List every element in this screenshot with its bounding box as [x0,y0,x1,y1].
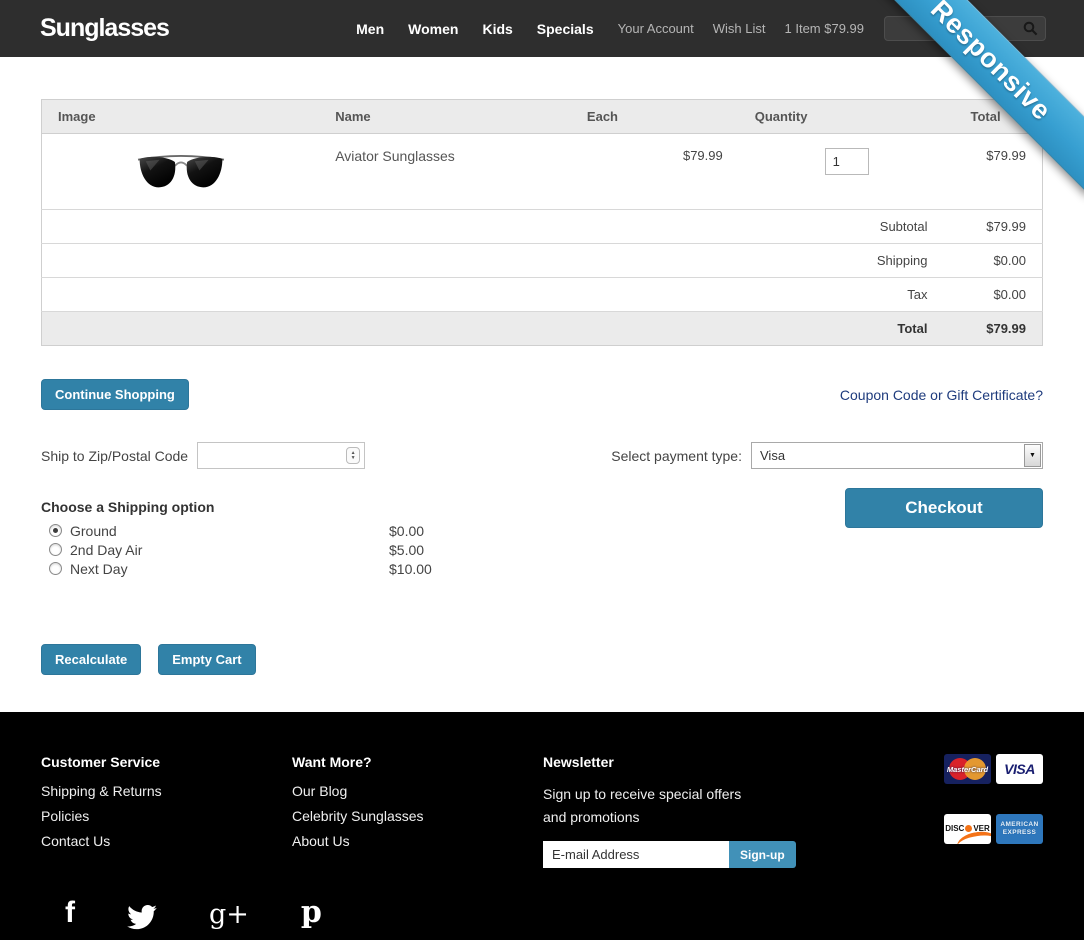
cart-actions-row: Continue Shopping Coupon Code or Gift Ce… [41,379,1043,410]
shipping-radio-ground[interactable] [49,524,62,537]
email-input[interactable] [543,841,729,868]
shipping-option-ground: Ground $0.00 [41,521,461,540]
tax-label: Tax [42,278,955,312]
site-logo[interactable]: Sunglasses [40,14,169,43]
recalculate-button[interactable]: Recalculate [41,644,141,675]
shipping-option-2nd-day-air: 2nd Day Air $5.00 [41,540,461,559]
search-icon [1023,21,1038,36]
total-value: $79.99 [954,312,1042,346]
pinterest-icon[interactable]: p [301,898,322,930]
col-header-quantity: Quantity [739,100,955,134]
cart-item-row: Aviator Sunglasses $79.99 $79.99 [42,134,1043,210]
checkout-button[interactable]: Checkout [845,488,1043,528]
cart-bottom-buttons: Recalculate Empty Cart [41,644,1043,675]
tax-row: Tax $0.00 [42,278,1043,312]
zip-label: Ship to Zip/Postal Code [41,448,188,464]
subtotal-label: Subtotal [42,210,955,244]
payment-group: Select payment type: Visa ▼ [611,442,1043,469]
coupon-gift-certificate-link[interactable]: Coupon Code or Gift Certificate? [840,387,1043,403]
aviator-sunglasses-image [135,150,227,194]
shipping-option-label: Next Day [70,561,128,577]
nav-wish-list[interactable]: Wish List [713,21,766,36]
shipping-option-label: Ground [70,523,117,539]
shipping-options-block: Choose a Shipping option Ground $0.00 2n… [41,499,461,578]
cart-header-row: Image Name Each Quantity Total [42,100,1043,134]
nav-women[interactable]: Women [408,21,458,37]
product-image[interactable] [58,148,303,194]
cart-table: Image Name Each Quantity Total [41,99,1043,346]
shipping-option-label: 2nd Day Air [70,542,142,558]
total-label: Total [42,312,955,346]
zip-stepper[interactable]: ▲▼ [346,447,360,464]
nav-men[interactable]: Men [356,21,384,37]
col-header-image: Image [42,100,320,134]
visa-icon: VISA [996,754,1043,784]
col-header-each: Each [571,100,739,134]
google-plus-icon[interactable]: g+ [209,898,249,930]
shipping-radio-next-day[interactable] [49,562,62,575]
shipping-value: $0.00 [954,244,1042,278]
empty-cart-button[interactable]: Empty Cart [158,644,255,675]
footer-want-more: Want More? Our Blog Celebrity Sunglasses… [292,754,543,868]
continue-shopping-button[interactable]: Continue Shopping [41,379,189,410]
shipping-option-price: $5.00 [389,542,461,558]
zip-group: Ship to Zip/Postal Code ▲▼ [41,442,365,469]
footer-link-our-blog[interactable]: Our Blog [292,783,543,799]
nav-your-account[interactable]: Your Account [618,21,694,36]
footer-link-celebrity-sunglasses[interactable]: Celebrity Sunglasses [292,808,543,824]
footer-link-about-us[interactable]: About Us [292,833,543,849]
payment-type-label: Select payment type: [611,448,742,464]
mastercard-icon: MasterCard [944,754,991,784]
subtotal-row: Subtotal $79.99 [42,210,1043,244]
social-links: f g+ p [41,898,1043,930]
footer-newsletter: Newsletter Sign up to receive special of… [543,754,803,868]
payment-selected-value: Visa [760,448,785,463]
footer-col-title: Customer Service [41,754,292,770]
shipping-radio-2nd-day-air[interactable] [49,543,62,556]
shipping-options-title: Choose a Shipping option [41,499,461,515]
signup-button[interactable]: Sign-up [729,841,796,868]
footer-col-title: Want More? [292,754,543,770]
shipping-option-next-day: Next Day $10.00 [41,559,461,578]
accepted-cards: MasterCard VISA DISCVER AMERICAN EXPRESS [944,754,1043,868]
quantity-input[interactable] [825,148,869,175]
cart-page: Sunglasses Men Women Kids Specials Your … [0,0,1084,940]
shipping-row: Shipping $0.00 [42,244,1043,278]
total-row: Total $79.99 [42,312,1043,346]
item-total-price: $79.99 [954,134,1042,210]
twitter-icon[interactable] [127,898,157,930]
cart-main: Image Name Each Quantity Total [0,99,1084,675]
nav-cart-summary[interactable]: 1 Item $79.99 [785,21,865,36]
zip-input[interactable] [197,442,365,469]
footer-link-shipping-returns[interactable]: Shipping & Returns [41,783,292,799]
nav-kids[interactable]: Kids [482,21,512,37]
product-name[interactable]: Aviator Sunglasses [335,146,455,164]
newsletter-text: Sign up to receive special offers and pr… [543,783,763,829]
nav-specials[interactable]: Specials [537,21,594,37]
primary-nav: Men Women Kids Specials [356,21,593,37]
select-dropdown-arrow-icon: ▼ [1024,444,1041,467]
shipping-options-checkout-row: Choose a Shipping option Ground $0.00 2n… [41,499,1043,578]
shipping-option-price: $0.00 [389,523,461,539]
item-each-price: $79.99 [571,134,739,210]
facebook-icon[interactable]: f [65,898,75,930]
payment-type-select[interactable]: Visa ▼ [751,442,1043,469]
secondary-nav: Your Account Wish List 1 Item $79.99 [618,21,864,36]
shipping-label: Shipping [42,244,955,278]
shipping-option-price: $10.00 [389,561,461,577]
page-footer: Customer Service Shipping & Returns Poli… [0,712,1084,940]
subtotal-value: $79.99 [954,210,1042,244]
footer-link-contact-us[interactable]: Contact Us [41,833,292,849]
footer-customer-service: Customer Service Shipping & Returns Poli… [41,754,292,868]
discover-icon: DISCVER [944,814,991,844]
newsletter-title: Newsletter [543,754,803,770]
footer-link-policies[interactable]: Policies [41,808,292,824]
shipping-payment-row: Ship to Zip/Postal Code ▲▼ Select paymen… [41,442,1043,469]
col-header-name: Name [319,100,571,134]
american-express-icon: AMERICAN EXPRESS [996,814,1043,844]
tax-value: $0.00 [954,278,1042,312]
